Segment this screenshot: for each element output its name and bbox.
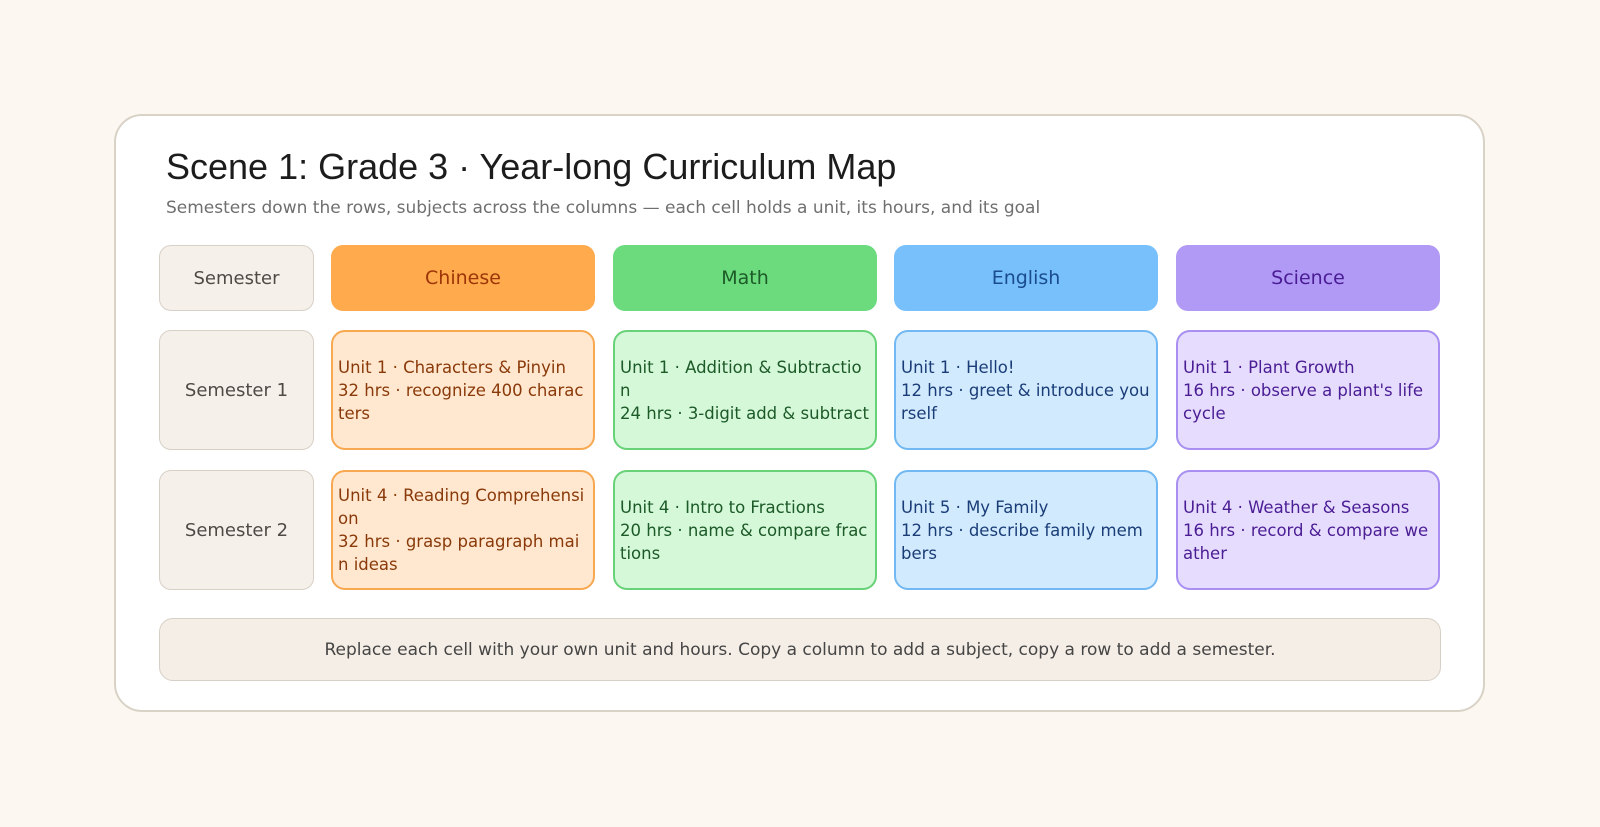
unit-title: Unit 5 · My Family	[901, 497, 1049, 517]
unit-title: Unit 1 · Addition & Subtraction	[620, 357, 862, 400]
unit-cell[interactable]: Unit 1 · Characters & Pinyin 32 hrs · rec…	[331, 330, 595, 450]
curriculum-card: Scene 1: Grade 3 · Year-long Curriculum …	[114, 114, 1485, 712]
semester-label: Semester 1	[159, 330, 314, 450]
page-subtitle: Semesters down the rows, subjects across…	[166, 198, 1041, 218]
corner-header: Semester	[159, 245, 314, 311]
unit-detail: 20 hrs · name & compare fractions	[620, 520, 868, 563]
unit-detail: 16 hrs · observe a plant's life cycle	[1183, 380, 1424, 423]
unit-detail: 16 hrs · record & compare weather	[1183, 520, 1429, 563]
unit-cell[interactable]: Unit 1 · Plant Growth 16 hrs · observe a …	[1176, 330, 1440, 450]
unit-detail: 24 hrs · 3-digit add & subtract	[620, 403, 869, 423]
semester-label: Semester 2	[159, 470, 314, 590]
unit-detail: 32 hrs · recognize 400 characters	[338, 380, 584, 423]
unit-detail: 32 hrs · grasp paragraph main ideas	[338, 532, 580, 574]
subject-header-chinese: Chinese	[331, 245, 595, 311]
unit-cell[interactable]: Unit 4 · Weather & Seasons 16 hrs · recor…	[1176, 470, 1440, 590]
footer-note: Replace each cell with your own unit and…	[159, 618, 1441, 681]
subject-header-science: Science	[1176, 245, 1440, 311]
unit-cell[interactable]: Unit 1 · Addition & Subtraction 24 hrs · …	[613, 330, 877, 450]
subject-header-english: English	[894, 245, 1158, 311]
unit-title: Unit 4 · Weather & Seasons	[1183, 497, 1410, 517]
unit-title: Unit 1 · Hello!	[901, 357, 1015, 377]
unit-cell[interactable]: Unit 1 · Hello! 12 hrs · greet & introduc…	[894, 330, 1158, 450]
unit-detail: 12 hrs · describe family members	[901, 520, 1143, 563]
unit-title: Unit 1 · Plant Growth	[1183, 357, 1355, 377]
unit-cell[interactable]: Unit 5 · My Family 12 hrs · describe fami…	[894, 470, 1158, 590]
unit-title: Unit 4 · Reading Comprehension	[338, 486, 585, 528]
page-title: Scene 1: Grade 3 · Year-long Curriculum …	[166, 146, 897, 187]
unit-title: Unit 1 · Characters & Pinyin	[338, 357, 566, 377]
unit-cell[interactable]: Unit 4 · Reading Comprehension 32 hrs · g…	[331, 470, 595, 590]
unit-title: Unit 4 · Intro to Fractions	[620, 497, 825, 517]
subject-header-math: Math	[613, 245, 877, 311]
unit-detail: 12 hrs · greet & introduce yourself	[901, 380, 1150, 423]
unit-cell[interactable]: Unit 4 · Intro to Fractions 20 hrs · name…	[613, 470, 877, 590]
